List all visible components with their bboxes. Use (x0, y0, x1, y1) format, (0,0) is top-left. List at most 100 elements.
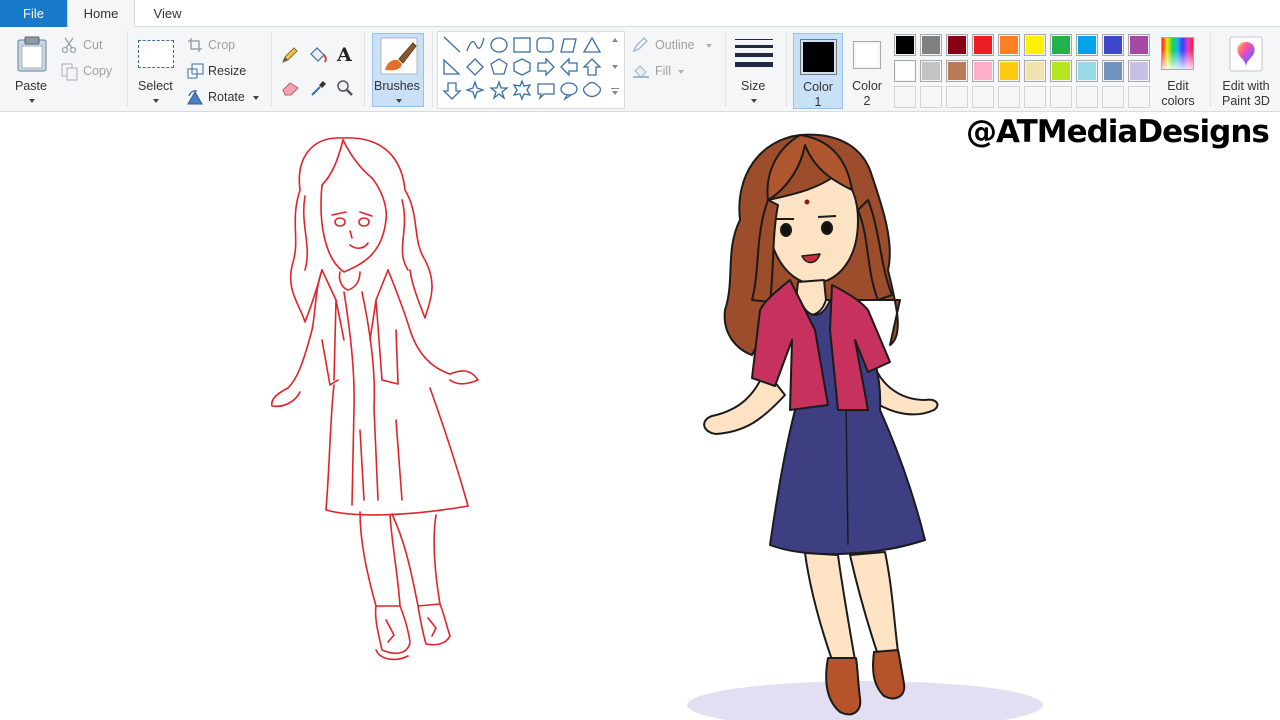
size-dropdown-icon[interactable] (751, 99, 757, 103)
palette-swatch-fill (1000, 36, 1018, 54)
tab-view[interactable]: View (135, 0, 200, 27)
brushes-dropdown-icon[interactable] (396, 99, 402, 103)
shapes-grid-icon (442, 36, 602, 101)
rotate-dropdown-icon[interactable] (253, 96, 259, 100)
palette-swatch[interactable] (972, 60, 994, 82)
size-label: Size (741, 79, 766, 93)
palette-custom-slot[interactable] (920, 86, 942, 108)
color2-selector[interactable]: Color 2 (845, 33, 889, 109)
palette-swatch[interactable] (1024, 34, 1046, 56)
palette-swatch-fill (974, 36, 992, 54)
eraser-icon[interactable] (281, 80, 301, 96)
ribbon-home: Paste Cut Copy Select Crop Resize Rotate… (0, 27, 1280, 112)
canvas-artwork (270, 133, 1043, 720)
line-size-icon (735, 39, 773, 67)
palette-swatch[interactable] (1102, 60, 1124, 82)
outline-dropdown-icon[interactable] (706, 44, 712, 48)
palette-swatch[interactable] (920, 34, 942, 56)
palette-swatch-fill (1104, 36, 1122, 54)
palette-swatch[interactable] (946, 60, 968, 82)
palette-swatch[interactable] (1024, 60, 1046, 82)
palette-swatch[interactable] (920, 60, 942, 82)
color1-label: Color (803, 80, 833, 94)
tab-file[interactable]: File (0, 0, 67, 27)
separator (127, 31, 128, 107)
select-rectangle-icon (138, 40, 174, 68)
fill-bucket-icon[interactable] (307, 45, 329, 65)
copy-label: Copy (83, 64, 113, 78)
tab-home[interactable]: Home (67, 0, 135, 28)
palette-swatch[interactable] (1076, 34, 1098, 56)
select-dropdown-icon[interactable] (153, 99, 159, 103)
text-tool-icon[interactable]: A (337, 44, 352, 66)
brushes-label: Brushes (374, 79, 420, 93)
palette-swatch[interactable] (894, 34, 916, 56)
palette-swatch-fill (896, 36, 914, 54)
palette-swatch-fill (896, 62, 914, 80)
color2-number: 2 (863, 94, 871, 108)
outline-label: Outline (655, 38, 695, 52)
brushes-button[interactable]: Brushes (372, 33, 424, 107)
paste-dropdown-icon[interactable] (29, 99, 35, 103)
palette-swatch[interactable] (1128, 60, 1150, 82)
shapes-scroll-down-icon[interactable] (612, 65, 618, 69)
separator (725, 31, 726, 107)
palette-custom-slot[interactable] (1024, 86, 1046, 108)
palette-custom-slot[interactable] (1102, 86, 1124, 108)
palette-custom-slot[interactable] (1050, 86, 1072, 108)
palette-custom-slot[interactable] (998, 86, 1020, 108)
palette-swatch[interactable] (1102, 34, 1124, 56)
palette-swatch-fill (1078, 36, 1096, 54)
edit-colors-label: Edit (1167, 79, 1189, 93)
colored-character-drawing (687, 133, 1043, 720)
palette-swatch[interactable] (1128, 34, 1150, 56)
palette-swatch-fill (1130, 62, 1148, 80)
watermark-text: @ATMediaDesigns (966, 114, 1270, 150)
rotate-icon (187, 90, 203, 105)
palette-swatch-fill (922, 62, 940, 80)
palette-custom-slot[interactable] (894, 86, 916, 108)
red-sketch-drawing (270, 137, 479, 661)
rotate-label: Rotate (208, 90, 245, 104)
palette-swatch[interactable] (894, 60, 916, 82)
palette-swatch[interactable] (972, 34, 994, 56)
drawing-canvas[interactable]: @ATMediaDesigns (0, 113, 1280, 720)
palette-swatch-fill (1078, 62, 1096, 80)
outline-pen-icon (632, 37, 648, 53)
pencil-icon[interactable] (281, 46, 299, 64)
shapes-expand-icon[interactable] (611, 88, 619, 97)
palette-swatch-fill (1026, 36, 1044, 54)
palette-swatch[interactable] (1076, 60, 1098, 82)
palette-custom-slot[interactable] (946, 86, 968, 108)
palette-swatch[interactable] (1050, 60, 1072, 82)
magnifier-icon[interactable] (336, 79, 354, 97)
color-picker-icon[interactable] (310, 79, 328, 97)
palette-swatch-fill (1000, 62, 1018, 80)
palette-swatch[interactable] (998, 60, 1020, 82)
color1-selector[interactable]: Color 1 (793, 33, 843, 109)
fill-label: Fill (655, 64, 671, 78)
separator (432, 31, 433, 107)
shapes-gallery[interactable] (437, 31, 625, 109)
palette-custom-slot[interactable] (972, 86, 994, 108)
copy-icon (61, 63, 78, 81)
palette-swatch[interactable] (998, 34, 1020, 56)
separator (786, 31, 787, 107)
crop-icon (188, 38, 202, 52)
color2-fill (856, 44, 878, 66)
palette-swatch-fill (948, 36, 966, 54)
palette-swatch-fill (1026, 62, 1044, 80)
color-palette (894, 34, 1154, 110)
palette-swatch[interactable] (1050, 34, 1072, 56)
paint3d-label: Edit with (1222, 79, 1270, 93)
edit-colors-label-2: colors (1161, 94, 1195, 108)
shapes-scroll-up-icon[interactable] (612, 38, 618, 42)
palette-custom-slot[interactable] (1128, 86, 1150, 108)
color1-swatch (800, 39, 837, 75)
palette-swatch-fill (1104, 62, 1122, 80)
palette-custom-slot[interactable] (1076, 86, 1098, 108)
palette-swatch[interactable] (946, 34, 968, 56)
separator (364, 31, 365, 107)
paint-window: File Home View Paste Cut Copy Select Cro… (0, 0, 1280, 720)
fill-dropdown-icon[interactable] (678, 70, 684, 74)
